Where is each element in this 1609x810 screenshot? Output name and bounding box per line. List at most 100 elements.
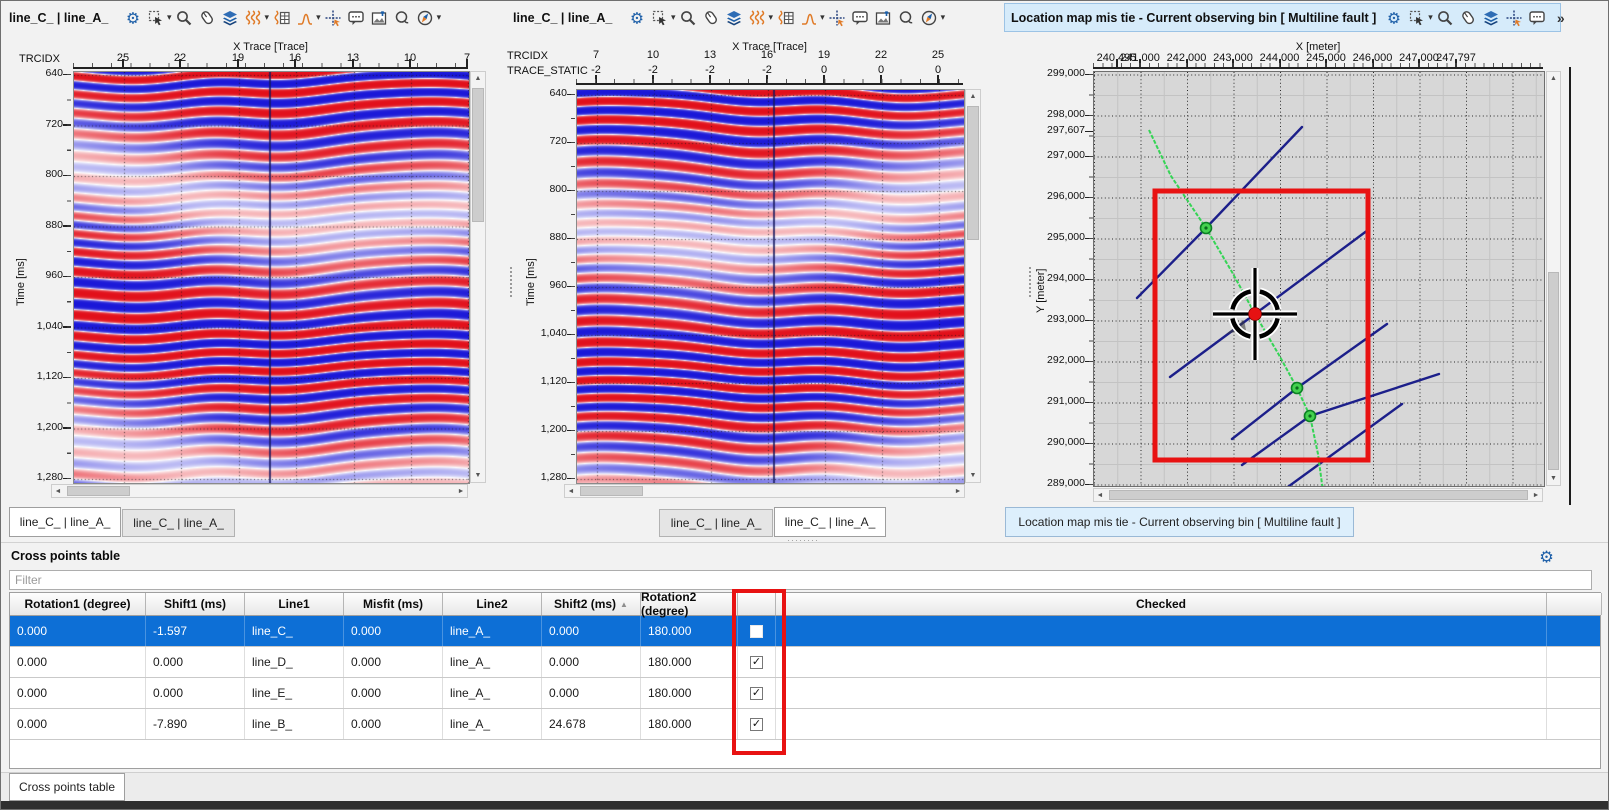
scrollbar-thumb[interactable] — [472, 88, 484, 222]
cell-rotation2: 180.000 — [641, 647, 738, 677]
scroll-left-button[interactable]: ◄ — [54, 488, 62, 495]
chevron-down-icon[interactable]: ▾ — [1428, 12, 1433, 23]
image-export-icon[interactable] — [873, 8, 894, 28]
scrollbar-thumb[interactable] — [967, 106, 979, 240]
fault-line-navy[interactable] — [1242, 374, 1439, 465]
crosshair-icon[interactable] — [323, 8, 344, 28]
cell-misfit: 0.000 — [344, 616, 443, 646]
scrollbar-thumb[interactable] — [580, 486, 643, 496]
left-panel-horizontal-scrollbar[interactable]: ◄► — [51, 484, 468, 498]
scroll-up-button[interactable]: ▲ — [966, 93, 980, 100]
tab-location-map[interactable]: Location map mis tie - Current observing… — [1005, 507, 1354, 537]
crosshair-icon[interactable] — [1504, 8, 1525, 28]
map-vertical-scrollbar[interactable]: ▲▼ — [1546, 71, 1561, 486]
chevron-down-icon[interactable]: ▾ — [265, 12, 270, 23]
scrollbar-thumb[interactable] — [67, 486, 130, 496]
chevron-down-icon[interactable]: ▾ — [769, 12, 774, 23]
left-panel-vertical-scrollbar[interactable]: ▲▼ — [470, 71, 486, 483]
middle-panel-horizontal-scrollbar[interactable]: ◄► — [564, 484, 965, 498]
select-region-icon[interactable] — [145, 8, 166, 28]
mouse-icon[interactable] — [197, 8, 218, 28]
scroll-left-button[interactable]: ◄ — [567, 488, 575, 495]
tab-seismic-middle-1[interactable]: line_C_ | line_A_ — [659, 509, 773, 537]
mouse-icon[interactable] — [1458, 8, 1479, 28]
layers-icon[interactable] — [1481, 8, 1502, 28]
table-row[interactable]: 0.000-7.890line_B_0.000line_A_24.678180.… — [10, 709, 1600, 740]
layers-icon[interactable] — [724, 8, 745, 28]
compass-icon[interactable] — [415, 8, 436, 28]
image-export-icon[interactable] — [369, 8, 390, 28]
wiggle-table-icon[interactable] — [775, 8, 796, 28]
gear-icon[interactable]: ⚙ — [122, 8, 143, 28]
table-row[interactable]: 0.0000.000line_E_0.000line_A_0.000180.00… — [10, 678, 1600, 709]
fault-line-navy[interactable] — [1274, 404, 1402, 487]
column-header-shift1-ms-[interactable]: Shift1 (ms) — [146, 593, 245, 615]
filter-input[interactable] — [9, 570, 1592, 590]
mouse-icon[interactable] — [701, 8, 722, 28]
select-region-icon[interactable] — [649, 8, 670, 28]
chevron-down-icon[interactable]: ▾ — [941, 12, 946, 23]
zoom-object-icon[interactable] — [896, 8, 917, 28]
gear-icon[interactable]: ⚙ — [1383, 8, 1404, 28]
histogram-icon[interactable] — [798, 8, 819, 28]
seismic-section-image[interactable] — [576, 89, 965, 484]
toolbar-overflow-chevron-icon[interactable]: » — [1557, 10, 1565, 26]
scroll-down-button[interactable]: ▼ — [966, 472, 980, 479]
table-row[interactable]: 0.000-1.597line_C_0.000line_A_0.000180.0… — [10, 616, 1600, 647]
wiggle-table-icon[interactable] — [271, 8, 292, 28]
scrollbar-thumb[interactable] — [1548, 272, 1559, 470]
magnifier-icon[interactable] — [678, 8, 699, 28]
column-header-line2[interactable]: Line2 — [443, 593, 542, 615]
location-map[interactable] — [1093, 71, 1545, 487]
scroll-right-button[interactable]: ► — [457, 488, 465, 495]
magnifier-icon[interactable] — [174, 8, 195, 28]
column-header-rotation2-degree-[interactable]: Rotation2 (degree) — [641, 593, 738, 615]
magnifier-icon[interactable] — [1435, 8, 1456, 28]
middle-panel-vertical-scrollbar[interactable]: ▲▼ — [965, 89, 981, 483]
comment-icon[interactable] — [1527, 8, 1548, 28]
gear-icon[interactable]: ⚙ — [626, 8, 647, 28]
scroll-left-button[interactable]: ◄ — [1096, 492, 1104, 499]
scroll-down-button[interactable]: ▼ — [1547, 475, 1560, 482]
chevron-down-icon[interactable]: ▾ — [820, 12, 825, 23]
scroll-up-button[interactable]: ▲ — [1547, 75, 1560, 82]
tab-seismic-middle-2[interactable]: line_C_ | line_A_ — [774, 507, 886, 537]
comment-icon[interactable] — [850, 8, 871, 28]
column-header-rotation1-degree-[interactable]: Rotation1 (degree) — [10, 593, 146, 615]
scroll-up-button[interactable]: ▲ — [471, 75, 485, 82]
compass-icon[interactable] — [919, 8, 940, 28]
chevron-down-icon[interactable]: ▾ — [671, 12, 676, 23]
wiggle-display-icon[interactable] — [243, 8, 264, 28]
scrollbar-thumb[interactable] — [1109, 490, 1528, 500]
scroll-down-button[interactable]: ▼ — [471, 472, 485, 479]
column-header-shift2-ms-[interactable]: Shift2 (ms)▲ — [542, 593, 641, 615]
tab-cross-points-table[interactable]: Cross points table — [9, 773, 125, 801]
y-tick-label: 298,000 — [1025, 108, 1085, 120]
chevron-down-icon[interactable]: ▾ — [167, 12, 172, 23]
scroll-right-button[interactable]: ► — [1532, 492, 1540, 499]
tab-seismic-left-1[interactable]: line_C_ | line_A_ — [9, 507, 121, 537]
histogram-icon[interactable] — [294, 8, 315, 28]
zoom-object-icon[interactable] — [392, 8, 413, 28]
fault-line-navy[interactable] — [1137, 127, 1302, 298]
comment-icon[interactable] — [346, 8, 367, 28]
column-header-stub[interactable] — [1547, 593, 1602, 615]
seismic-section-image[interactable] — [73, 71, 470, 484]
chevron-down-icon[interactable]: ▾ — [437, 12, 442, 23]
scroll-right-button[interactable]: ► — [954, 488, 962, 495]
panel-frame-line — [1569, 67, 1571, 505]
table-row[interactable]: 0.0000.000line_D_0.000line_A_0.000180.00… — [10, 647, 1600, 678]
fault-line-navy[interactable] — [1170, 230, 1368, 377]
gear-icon[interactable]: ⚙ — [1536, 546, 1557, 566]
column-header-checked[interactable]: Checked — [776, 593, 1547, 615]
column-header-line1[interactable]: Line1 — [245, 593, 344, 615]
map-horizontal-scrollbar[interactable]: ◄► — [1093, 488, 1543, 502]
tab-seismic-left-2[interactable]: line_C_ | line_A_ — [122, 509, 235, 537]
column-header-misfit-ms-[interactable]: Misfit (ms) — [344, 593, 443, 615]
layers-icon[interactable] — [220, 8, 241, 28]
crosshair-icon[interactable] — [827, 8, 848, 28]
select-region-icon[interactable] — [1406, 8, 1427, 28]
chevron-down-icon[interactable]: ▾ — [316, 12, 321, 23]
y-tick-label: 294,000 — [1025, 272, 1085, 284]
wiggle-display-icon[interactable] — [747, 8, 768, 28]
